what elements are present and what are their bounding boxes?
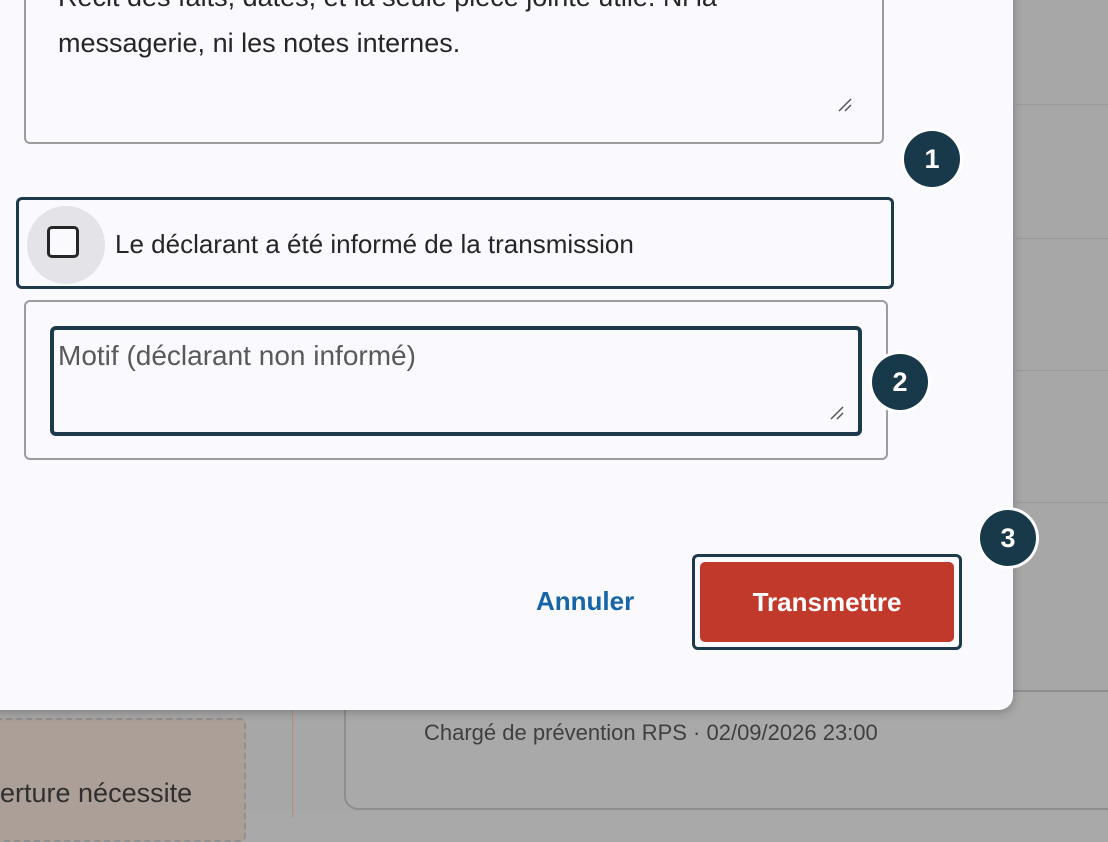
cancel-button[interactable]: Annuler <box>536 586 634 617</box>
background-row-divider <box>1015 370 1108 371</box>
step-badge-1: 1 <box>904 131 960 187</box>
step-badge-3: 3 <box>980 510 1036 566</box>
informed-checkbox-label: Le déclarant a été informé de la transmi… <box>115 229 634 259</box>
background-row-divider <box>1015 104 1108 105</box>
background-meta-text: Chargé de prévention RPS · 02/09/2026 23… <box>424 720 878 745</box>
transmission-modal: Récit des faits, dates, et la seule pièc… <box>0 0 1013 710</box>
informed-checkbox-row[interactable]: Le déclarant a été informé de la transmi… <box>16 197 894 289</box>
motif-field-container <box>24 300 888 460</box>
background-row-divider <box>1015 502 1108 503</box>
description-line: Récit des faits, dates, et la seule pièc… <box>58 0 850 20</box>
step-badge-2: 2 <box>872 354 928 410</box>
description-line: messagerie, ni les notes internes. <box>58 28 461 58</box>
background-vertical-divider <box>292 708 293 818</box>
transmit-button[interactable]: Transmettre <box>700 562 954 642</box>
background-left-card-text: erture nécessite <box>0 778 193 808</box>
motif-textarea[interactable] <box>50 326 862 436</box>
description-textarea[interactable]: Récit des faits, dates, et la seule pièc… <box>24 0 884 144</box>
resize-grip-icon[interactable] <box>828 404 844 420</box>
informed-checkbox[interactable] <box>47 226 79 258</box>
background-row-divider <box>1015 238 1108 239</box>
resize-grip-icon[interactable] <box>836 96 852 112</box>
